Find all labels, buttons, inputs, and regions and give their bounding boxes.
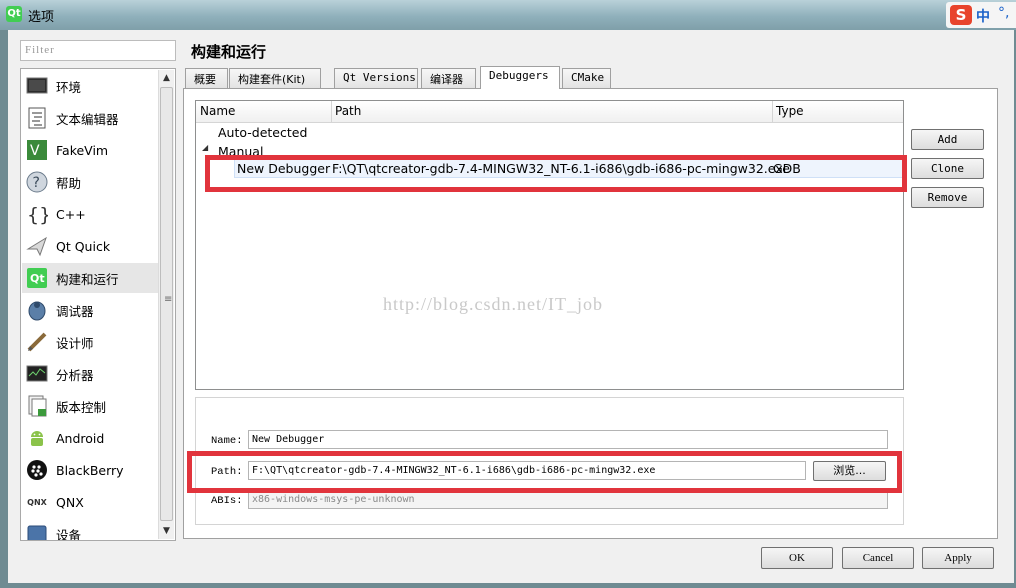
sogou-logo-icon: S xyxy=(950,5,972,25)
version-control-icon xyxy=(26,395,48,417)
tab-qt-versions[interactable]: Qt Versions xyxy=(334,68,418,88)
page-title: 构建和运行 xyxy=(191,43,267,61)
qnx-icon: QNX xyxy=(27,497,47,507)
tab-overview[interactable]: 概要 xyxy=(185,68,228,88)
clone-button[interactable]: Clone xyxy=(911,158,984,179)
expanded-arrow-icon[interactable]: ◢ xyxy=(202,143,208,152)
column-divider[interactable] xyxy=(331,101,332,123)
tab-cmake[interactable]: CMake xyxy=(562,68,611,88)
column-header-name[interactable]: Name xyxy=(200,104,235,118)
column-divider[interactable] xyxy=(772,101,773,123)
sidebar-item-environment[interactable]: 环境 xyxy=(22,71,159,101)
tree-group-auto-detected[interactable]: Auto-detected xyxy=(218,125,307,140)
sidebar-item-blackberry[interactable]: BlackBerry xyxy=(22,455,159,485)
sidebar-item-label: C++ xyxy=(56,206,86,222)
sidebar-item-label: 环境 xyxy=(56,79,82,95)
sidebar-item-label: 帮助 xyxy=(56,175,82,191)
designer-icon xyxy=(26,331,48,353)
svg-text:Qt: Qt xyxy=(30,272,45,285)
tab-debuggers[interactable]: Debuggers xyxy=(480,66,560,89)
ime-punctuation-toggle[interactable]: °, xyxy=(998,5,1009,21)
name-field[interactable]: New Debugger xyxy=(248,430,888,449)
scrollbar-grip-icon: ≡ xyxy=(164,294,173,305)
fakevim-icon: V xyxy=(26,139,48,161)
sidebar-item-label: 分析器 xyxy=(56,367,94,383)
debuggers-tree[interactable]: Name Path Type Auto-detected ◢ Manual Ne… xyxy=(195,100,904,390)
apply-button[interactable]: Apply xyxy=(922,547,994,569)
sidebar-item-label: 文本编辑器 xyxy=(56,111,119,127)
debugger-path-cell: F:\QT\qtcreator-gdb-7.4-MINGW32_NT-6.1-i… xyxy=(332,161,790,176)
sidebar-item-designer[interactable]: 设计师 xyxy=(22,327,159,357)
android-icon xyxy=(26,427,48,449)
tab-kits[interactable]: 构建套件(Kit) xyxy=(229,68,321,88)
name-label: Name: xyxy=(211,435,243,447)
abis-label: ABIs: xyxy=(211,495,243,507)
sidebar-item-debugger[interactable]: 调试器 xyxy=(22,295,159,325)
analyzer-icon xyxy=(26,363,48,385)
window-title: 选项 xyxy=(28,10,55,25)
remove-button[interactable]: Remove xyxy=(911,187,984,208)
ime-mode-toggle[interactable]: 中 xyxy=(976,6,990,26)
column-header-path[interactable]: Path xyxy=(335,104,361,118)
sidebar-item-label: Android xyxy=(56,430,105,446)
filter-input[interactable]: Filter xyxy=(20,40,176,61)
svg-text:?: ? xyxy=(33,175,40,191)
sidebar-item-label: QNX xyxy=(56,494,84,510)
watermark: http://blog.csdn.net/IT_job xyxy=(383,294,603,314)
cpp-icon: {} xyxy=(26,203,48,225)
qt-quick-icon xyxy=(26,235,48,257)
browse-button[interactable]: 浏览... xyxy=(813,461,886,481)
table-row[interactable]: New Debugger F:\QT\qtcreator-gdb-7.4-MIN… xyxy=(234,159,903,178)
sidebar-scrollbar[interactable]: ▲ ≡ ▼ xyxy=(158,70,174,539)
scroll-up-arrow-icon[interactable]: ▲ xyxy=(159,70,174,86)
svg-text:{}: {} xyxy=(27,204,48,225)
path-label: Path: xyxy=(211,466,243,478)
sidebar-item-label: FakeVim xyxy=(56,142,109,158)
help-icon: ? xyxy=(26,171,48,193)
sidebar-item-help[interactable]: ? 帮助 xyxy=(22,167,159,197)
debugger-details-group: Name: New Debugger Path: F:\QT\qtcreator… xyxy=(195,397,904,525)
sidebar-item-label: 设备 xyxy=(56,527,82,541)
debugger-name-cell: New Debugger xyxy=(237,161,331,176)
sidebar-item-cpp[interactable]: {} C++ xyxy=(22,199,159,229)
cancel-button[interactable]: Cancel xyxy=(842,547,914,569)
sidebar-item-devices[interactable]: 设备 xyxy=(22,519,159,541)
sidebar-item-fakevim[interactable]: V FakeVim xyxy=(22,135,159,165)
qt-app-icon: Qt xyxy=(6,6,22,22)
sidebar-item-text-editor[interactable]: 文本编辑器 xyxy=(22,103,159,133)
debugger-type-cell: GDB xyxy=(773,161,801,176)
column-header-type[interactable]: Type xyxy=(776,104,804,118)
sidebar-item-version-control[interactable]: 版本控制 xyxy=(22,391,159,421)
sidebar-item-build-run[interactable]: Qt 构建和运行 xyxy=(22,263,159,293)
sidebar-item-qnx[interactable]: QNX QNX xyxy=(22,487,159,517)
blackberry-icon xyxy=(26,459,48,481)
path-field[interactable]: F:\QT\qtcreator-gdb-7.4-MINGW32_NT-6.1-i… xyxy=(248,461,806,480)
sidebar-item-label: 构建和运行 xyxy=(56,271,119,287)
ok-button[interactable]: OK xyxy=(761,547,833,569)
scroll-down-arrow-icon[interactable]: ▼ xyxy=(159,523,174,539)
sidebar-item-label: BlackBerry xyxy=(56,462,124,478)
tab-compilers[interactable]: 编译器 xyxy=(421,68,476,88)
category-list: 环境 文本编辑器 V FakeVim ? 帮助 {} C++ xyxy=(20,68,176,541)
sidebar-item-label: 版本控制 xyxy=(56,399,107,415)
ime-toolbar[interactable]: S 中 °, xyxy=(946,2,1016,28)
svg-text:V: V xyxy=(30,143,40,159)
sidebar-item-label: 调试器 xyxy=(56,303,94,319)
sidebar-item-qt-quick[interactable]: Qt Quick xyxy=(22,231,159,261)
debugger-icon xyxy=(26,299,48,321)
abis-field: x86-windows-msys-pe-unknown xyxy=(248,490,888,509)
environment-icon xyxy=(26,75,48,97)
tree-group-manual[interactable]: Manual xyxy=(218,144,263,159)
sidebar-item-analyzer[interactable]: 分析器 xyxy=(22,359,159,389)
scrollbar-thumb[interactable]: ≡ xyxy=(160,87,173,521)
sidebar-item-android[interactable]: Android xyxy=(22,423,159,453)
tree-header: Name Path Type xyxy=(196,101,903,123)
window-title-bar[interactable]: Qt 选项 S 中 °, xyxy=(0,0,1016,30)
devices-icon xyxy=(26,523,48,540)
build-run-icon: Qt xyxy=(26,267,48,289)
add-button[interactable]: Add xyxy=(911,129,984,150)
sidebar-item-label: Qt Quick xyxy=(56,238,111,254)
text-editor-icon xyxy=(26,107,48,129)
sidebar-item-label: 设计师 xyxy=(56,335,94,351)
